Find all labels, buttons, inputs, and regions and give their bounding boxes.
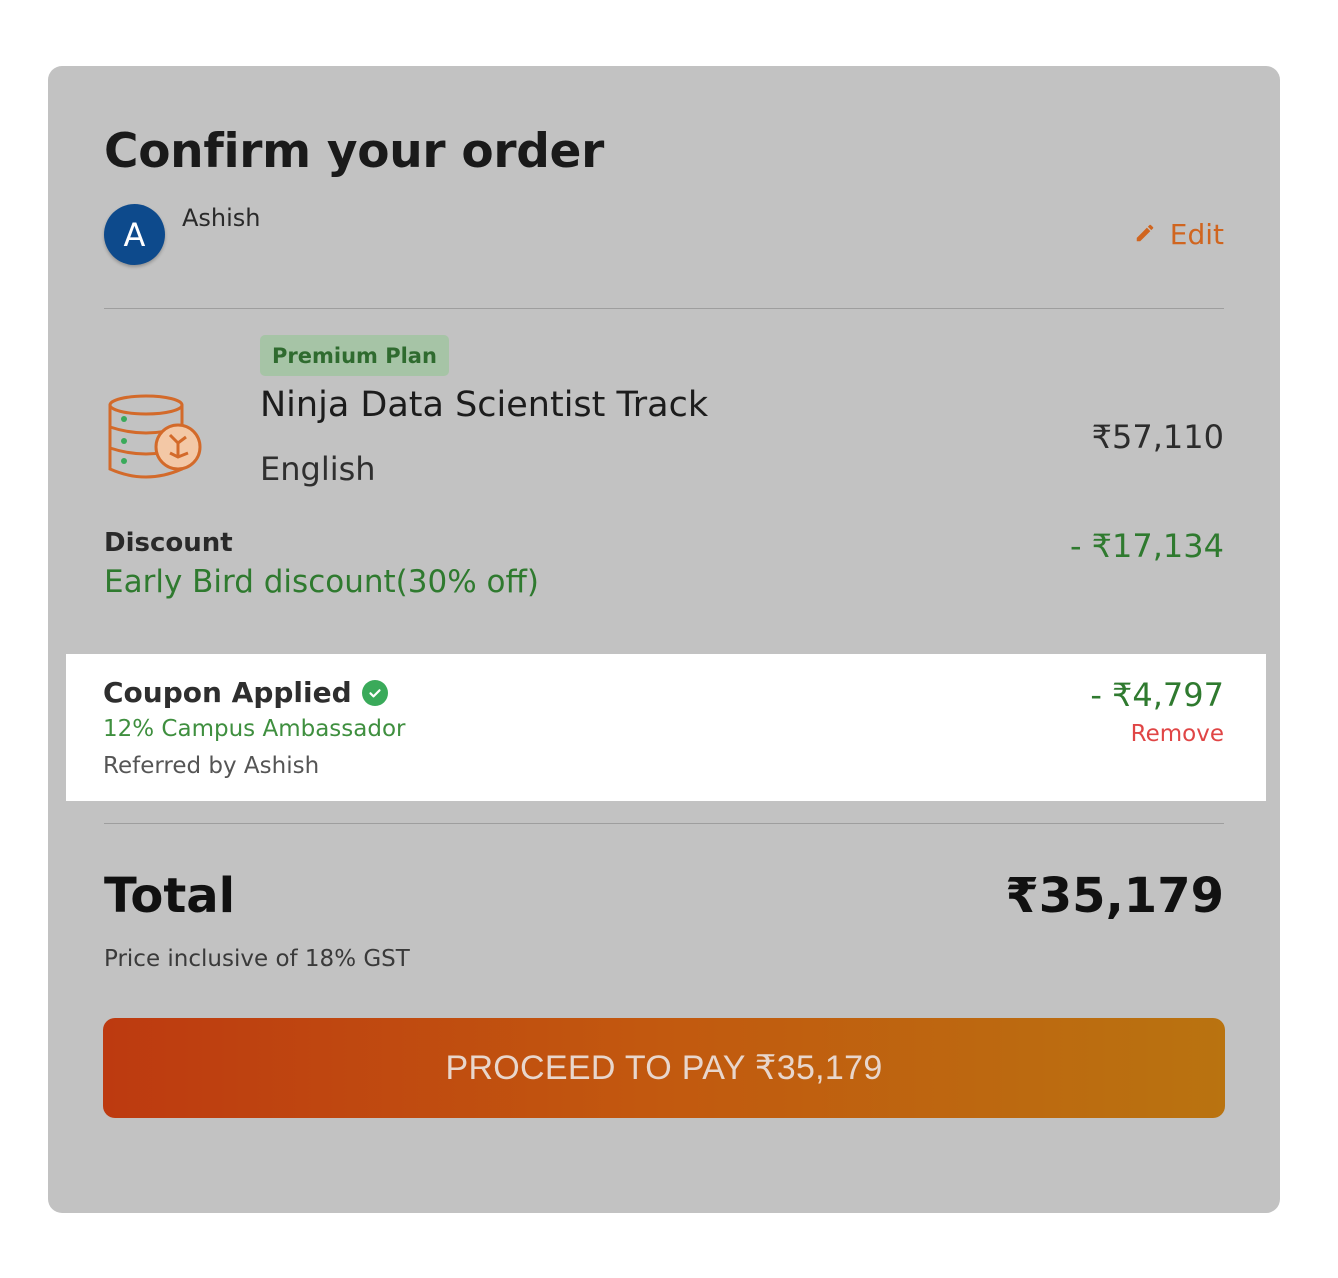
user-name: Ashish (182, 204, 261, 232)
discount-label: Discount (104, 528, 233, 558)
divider (104, 308, 1224, 309)
avatar-initial: A (123, 215, 146, 254)
divider (104, 823, 1224, 824)
avatar: A (104, 204, 165, 265)
remove-coupon-button[interactable]: Remove (1131, 721, 1224, 747)
coupon-title: Coupon Applied (103, 676, 388, 709)
product-name: Ninja Data Scientist Track (260, 385, 709, 425)
coupon-code: 12% Campus Ambassador (103, 716, 406, 742)
plan-badge: Premium Plan (260, 335, 449, 376)
edit-button[interactable]: Edit (1134, 218, 1224, 251)
gst-note: Price inclusive of 18% GST (104, 946, 410, 972)
pencil-icon (1134, 218, 1156, 251)
coupon-referral: Referred by Ashish (103, 753, 320, 779)
total-amount: ₹35,179 (1005, 868, 1224, 924)
check-circle-icon (361, 679, 388, 706)
coupon-section: Coupon Applied 12% Campus Ambassador Ref… (66, 654, 1266, 801)
proceed-to-pay-button[interactable]: PROCEED TO PAY ₹35,179 (103, 1018, 1225, 1118)
product-price: ₹57,110 (1091, 418, 1224, 456)
coupon-amount: - ₹4,797 (1090, 676, 1224, 714)
total-label: Total (104, 868, 236, 924)
discount-amount: - ₹17,134 (1069, 527, 1224, 565)
edit-label: Edit (1169, 218, 1224, 251)
database-brain-icon (104, 393, 204, 481)
discount-description: Early Bird discount(30% off) (104, 564, 539, 600)
coupon-title-text: Coupon Applied (103, 676, 352, 709)
page-title: Confirm your order (104, 124, 605, 179)
product-language: English (260, 450, 376, 488)
